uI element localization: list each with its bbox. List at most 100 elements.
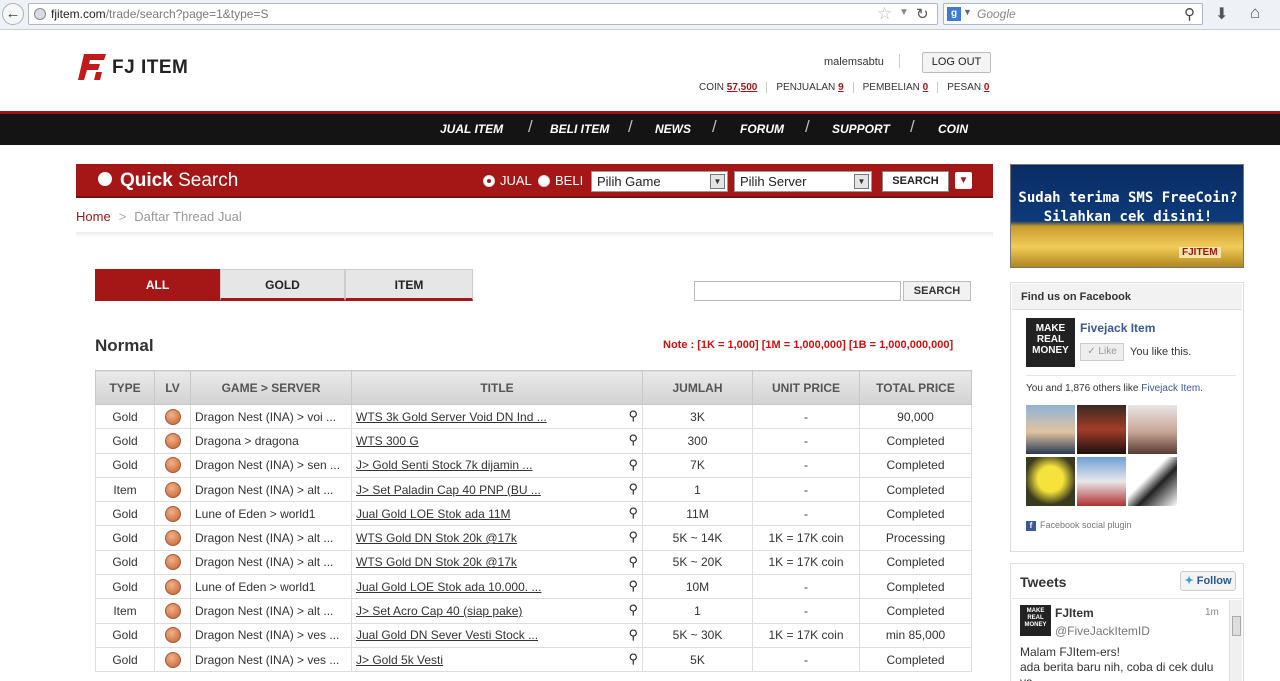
browser-search-box[interactable]: g ▼ Google ⚲ bbox=[943, 3, 1203, 25]
row-total-price: Completed bbox=[859, 428, 972, 454]
thread-title-link[interactable]: Jual Gold DN Sever Vesti Stock ... bbox=[356, 628, 538, 642]
thread-title-link[interactable]: WTS 3k Gold Server Void DN Ind ... bbox=[356, 410, 547, 424]
fan-avatar[interactable] bbox=[1077, 457, 1126, 506]
reload-icon[interactable]: ↻ bbox=[916, 5, 929, 23]
thread-title-link[interactable]: Jual Gold LOE Stok ada 10.000. ... bbox=[356, 580, 541, 594]
coin-value[interactable]: 57,500 bbox=[727, 82, 758, 93]
server-select[interactable]: Pilih Server ▼ bbox=[734, 171, 872, 192]
table-row[interactable]: Gold Dragon Nest (INA) > sen ... J> Gold S… bbox=[95, 452, 972, 478]
thread-title-link[interactable]: WTS Gold DN Stok 20k @17k bbox=[356, 555, 517, 569]
google-icon[interactable]: g bbox=[947, 7, 961, 21]
divider bbox=[1026, 375, 1236, 376]
fans-page-link[interactable]: Fivejack Item bbox=[1141, 383, 1200, 394]
pembelian-value[interactable]: 0 bbox=[923, 82, 929, 93]
search-icon[interactable]: ⚲ bbox=[628, 457, 638, 473]
scrollbar-thumb[interactable] bbox=[1232, 616, 1241, 636]
search-icon[interactable]: ⚲ bbox=[628, 627, 638, 643]
level-badge-icon bbox=[164, 530, 181, 547]
row-level bbox=[154, 622, 191, 648]
fan-avatar[interactable] bbox=[1077, 405, 1126, 454]
history-dropdown-icon[interactable]: ▼ bbox=[899, 7, 909, 18]
table-row[interactable]: Gold Dragon Nest (INA) > ves ... J> Gold 5… bbox=[95, 646, 972, 673]
download-icon[interactable]: ⬇ bbox=[1215, 4, 1228, 24]
thread-title-link[interactable]: J> Gold 5k Vesti bbox=[356, 653, 443, 667]
quick-search-button[interactable]: SEARCH bbox=[882, 171, 949, 192]
facebook-plugin-label[interactable]: f Facebook social plugin bbox=[1026, 520, 1132, 531]
back-icon[interactable]: ← bbox=[2, 3, 24, 25]
fan-avatar[interactable] bbox=[1128, 405, 1177, 454]
search-icon[interactable]: ⚲ bbox=[628, 408, 638, 424]
search-icon[interactable]: ⚲ bbox=[628, 602, 638, 618]
search-icon[interactable]: ⚲ bbox=[628, 505, 638, 521]
thread-title-link[interactable]: WTS Gold DN Stok 20k @17k bbox=[356, 531, 517, 545]
table-row[interactable]: Gold Dragona > dragona WTS 300 G ⚲ 300- Compl… bbox=[95, 428, 972, 454]
search-icon[interactable]: ⚲ bbox=[628, 481, 638, 497]
radio-beli-label[interactable]: BELI bbox=[555, 173, 583, 188]
nav-support[interactable]: SUPPORT bbox=[832, 122, 890, 136]
row-type: Gold bbox=[95, 403, 155, 430]
table-row[interactable]: Item Dragon Nest (INA) > alt ... J> Set Ac… bbox=[95, 598, 972, 624]
table-row[interactable]: Item Dragon Nest (INA) > alt ... J> Set Pa… bbox=[95, 476, 972, 503]
search-icon[interactable]: ⚲ bbox=[628, 529, 638, 545]
facebook-page-name[interactable]: Fivejack Item bbox=[1080, 321, 1155, 335]
tweets-scrollbar[interactable] bbox=[1229, 600, 1242, 681]
logout-button[interactable]: LOG OUT bbox=[922, 52, 991, 73]
radio-jual-label[interactable]: JUAL bbox=[500, 173, 532, 188]
level-badge-icon bbox=[164, 554, 181, 571]
bookmark-star-icon[interactable]: ☆ bbox=[877, 4, 892, 24]
username[interactable]: malemsabtu bbox=[824, 56, 884, 68]
game-select[interactable]: Pilih Game ▼ bbox=[591, 171, 728, 192]
table-row[interactable]: Gold Dragon Nest (INA) > alt ... WTS Gold … bbox=[95, 525, 972, 551]
engine-dropdown-icon[interactable]: ▼ bbox=[963, 7, 972, 17]
thread-title-link[interactable]: J> Set Paladin Cap 40 PNP (BU ... bbox=[356, 483, 541, 497]
radio-beli[interactable] bbox=[538, 175, 550, 187]
table-row[interactable]: Gold Dragon Nest (INA) > ves ... Jual Gold… bbox=[95, 622, 972, 648]
thread-title-link[interactable]: J> Set Acro Cap 40 (siap pake) bbox=[356, 604, 522, 618]
address-bar[interactable]: fjitem.com/trade/search?page=1&type=S ☆ … bbox=[28, 3, 938, 25]
search-icon[interactable]: ⚲ bbox=[1184, 5, 1195, 23]
fan-avatar[interactable] bbox=[1026, 405, 1075, 454]
nav-forum[interactable]: FORUM bbox=[740, 122, 784, 136]
pesan-value[interactable]: 0 bbox=[984, 82, 990, 93]
table-row[interactable]: Gold Dragon Nest (INA) > voi ... WTS 3k Go… bbox=[95, 403, 972, 430]
home-icon[interactable]: ⌂ bbox=[1250, 3, 1260, 23]
facebook-widget-header: Find us on Facebook bbox=[1012, 284, 1242, 310]
freecoin-banner[interactable]: Sudah terima SMS FreeCoin? Silahkan cek … bbox=[1010, 164, 1244, 268]
tab-item[interactable]: ITEM bbox=[345, 269, 473, 301]
nav-jual-item[interactable]: JUAL ITEM bbox=[440, 122, 503, 136]
nav-beli-item[interactable]: BELI ITEM bbox=[550, 122, 609, 136]
search-icon[interactable]: ⚲ bbox=[628, 432, 638, 448]
table-row[interactable]: Gold Dragon Nest (INA) > alt ... WTS Gold … bbox=[95, 549, 972, 576]
fan-avatar[interactable] bbox=[1128, 457, 1177, 506]
thread-title-link[interactable]: Jual Gold LOE Stok ada 11M bbox=[356, 507, 511, 521]
search-icon[interactable]: ⚲ bbox=[628, 578, 638, 594]
follow-button[interactable]: ✦ Follow bbox=[1180, 571, 1236, 591]
fan-avatar[interactable] bbox=[1026, 457, 1075, 506]
tweet-time[interactable]: 1m bbox=[1205, 607, 1219, 618]
row-total-price: Completed bbox=[859, 646, 972, 673]
thread-title-link[interactable]: WTS 300 G bbox=[356, 434, 419, 448]
tab-all[interactable]: ALL bbox=[95, 269, 220, 301]
tweet-avatar[interactable]: MAKE REAL MONEY bbox=[1020, 605, 1051, 636]
nav-news[interactable]: NEWS bbox=[655, 122, 691, 136]
search-icon[interactable]: ⚲ bbox=[628, 651, 638, 667]
row-game-server: Dragon Nest (INA) > sen ... bbox=[190, 452, 352, 478]
thread-search-input[interactable] bbox=[694, 281, 901, 301]
table-row[interactable]: Gold Lune of Eden > world1 Jual Gold LOE S… bbox=[95, 574, 972, 600]
tweets-title: Tweets bbox=[1020, 574, 1067, 590]
search-icon[interactable]: ⚲ bbox=[628, 554, 638, 570]
nav-coin[interactable]: COIN bbox=[938, 122, 968, 136]
page-avatar[interactable]: MAKE REAL MONEY bbox=[1026, 318, 1075, 367]
row-type: Item bbox=[95, 598, 155, 624]
tweet-author[interactable]: FJItem bbox=[1055, 606, 1094, 620]
tweet-handle[interactable]: @FiveJackItemID bbox=[1055, 624, 1150, 638]
breadcrumb-home[interactable]: Home bbox=[76, 209, 111, 224]
tab-gold[interactable]: GOLD bbox=[220, 269, 345, 301]
like-button[interactable]: ✓ Like bbox=[1080, 343, 1124, 361]
table-row[interactable]: Gold Lune of Eden > world1 Jual Gold LOE S… bbox=[95, 501, 972, 527]
radio-jual[interactable] bbox=[483, 175, 495, 187]
thread-search-button[interactable]: SEARCH bbox=[903, 281, 971, 301]
advanced-search-icon[interactable]: ▼ bbox=[955, 172, 972, 189]
penjualan-value[interactable]: 9 bbox=[838, 82, 844, 93]
thread-title-link[interactable]: J> Gold Senti Stock 7k dijamin ... bbox=[356, 458, 532, 472]
